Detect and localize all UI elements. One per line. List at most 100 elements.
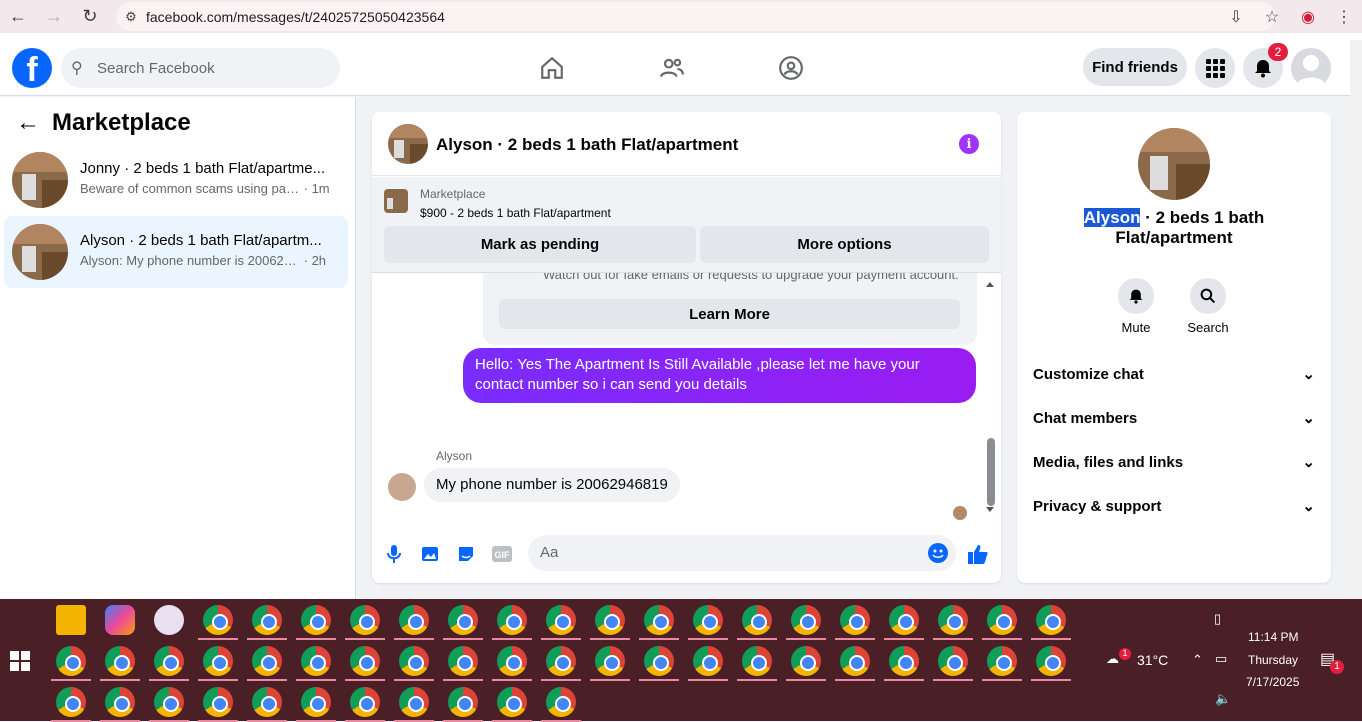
site-settings-icon[interactable]: ⚙ <box>116 9 146 25</box>
paint-app-icon[interactable] <box>154 605 184 635</box>
taskbar-app-icon[interactable] <box>56 646 86 676</box>
address-bar[interactable]: ⚙ facebook.com/messages/t/24025725050423… <box>116 2 1276 31</box>
taskbar-app-icon[interactable] <box>889 605 919 635</box>
network-icon[interactable]: ▭ <box>1215 651 1227 667</box>
more-options-button[interactable]: More options <box>700 226 989 263</box>
microphone-icon[interactable] <box>382 542 406 566</box>
chat-members-section[interactable]: Chat members ⌄ <box>1017 396 1331 440</box>
thumbs-up-icon[interactable] <box>966 542 990 566</box>
taskbar-app-icon[interactable] <box>546 646 576 676</box>
mute-button[interactable]: Mute <box>1106 278 1166 335</box>
taskbar-app-icon[interactable] <box>1036 605 1066 635</box>
thread-item-jonny[interactable]: Jonny · 2 beds 1 bath Flat/apartme... Be… <box>4 144 348 216</box>
chat-scrollbar-thumb[interactable] <box>987 438 995 506</box>
install-app-icon[interactable]: ⇩ <box>1218 7 1254 27</box>
media-files-links-section[interactable]: Media, files and links ⌄ <box>1017 440 1331 484</box>
taskbar-app-icon[interactable] <box>448 687 478 717</box>
photo-icon[interactable] <box>418 542 442 566</box>
learn-more-button[interactable]: Learn More <box>499 299 960 329</box>
taskbar-app-icon[interactable] <box>301 687 331 717</box>
taskbar-app-icon[interactable] <box>252 687 282 717</box>
taskbar-app-icon[interactable] <box>693 605 723 635</box>
sticker-icon[interactable] <box>454 542 478 566</box>
taskbar-app-icon[interactable] <box>497 687 527 717</box>
taskbar-app-icon[interactable] <box>399 605 429 635</box>
taskbar-app-icon[interactable] <box>497 605 527 635</box>
taskbar-app-icon[interactable] <box>448 605 478 635</box>
taskbar-app-icon[interactable] <box>840 646 870 676</box>
taskbar-app-icon[interactable] <box>56 687 86 717</box>
reload-icon[interactable]: ↻ <box>72 0 108 33</box>
privacy-support-section[interactable]: Privacy & support ⌄ <box>1017 484 1331 528</box>
listing-thumbnail[interactable] <box>384 189 408 213</box>
clock-date[interactable]: 7/17/2025 <box>1246 675 1299 689</box>
taskbar-app-icon[interactable] <box>399 646 429 676</box>
home-icon[interactable] <box>532 48 572 88</box>
weather-icon[interactable]: ☁ <box>1106 651 1119 667</box>
chat-thumbnail[interactable] <box>388 124 428 164</box>
sender-avatar[interactable] <box>388 473 416 501</box>
taskbar-app-icon[interactable] <box>252 605 282 635</box>
taskbar-app-icon[interactable] <box>742 605 772 635</box>
taskbar-app-icon[interactable] <box>154 646 184 676</box>
chevron-up-icon[interactable]: ⌃ <box>1192 652 1203 668</box>
taskbar-app-icon[interactable] <box>546 605 576 635</box>
taskbar-app-icon[interactable] <box>203 687 233 717</box>
taskbar-app-icon[interactable] <box>203 605 233 635</box>
page-scrollbar[interactable] <box>1350 40 1362 599</box>
taskbar-app-icon[interactable] <box>350 646 380 676</box>
forward-icon[interactable]: → <box>36 0 72 33</box>
friends-icon[interactable] <box>652 48 692 88</box>
bookmark-star-icon[interactable]: ☆ <box>1254 7 1290 27</box>
thread-item-alyson[interactable]: Alyson · 2 beds 1 bath Flat/apartm... Al… <box>4 216 348 288</box>
facebook-logo-icon[interactable]: f <box>12 48 52 88</box>
taskbar-app-icon[interactable] <box>546 687 576 717</box>
search-input[interactable]: ⚲ Search Facebook <box>61 48 340 88</box>
taskbar-app-icon[interactable] <box>938 605 968 635</box>
taskbar-app-icon[interactable] <box>644 646 674 676</box>
taskbar-app-icon[interactable] <box>301 646 331 676</box>
taskbar-app-icon[interactable] <box>987 646 1017 676</box>
file-explorer-icon[interactable] <box>56 605 86 635</box>
clock-day[interactable]: Thursday <box>1248 653 1298 667</box>
listing-description[interactable]: $900 - 2 beds 1 bath Flat/apartment <box>420 206 611 220</box>
taskbar-app-icon[interactable] <box>791 605 821 635</box>
taskbar-app-icon[interactable] <box>1036 646 1066 676</box>
taskbar-app-icon[interactable] <box>938 646 968 676</box>
taskbar-app-icon[interactable] <box>252 646 282 676</box>
volume-icon[interactable]: 🔈 <box>1215 691 1231 707</box>
mark-as-pending-button[interactable]: Mark as pending <box>384 226 696 263</box>
taskbar-app-icon[interactable] <box>987 605 1017 635</box>
customize-chat-section[interactable]: Customize chat ⌄ <box>1017 352 1331 396</box>
message-input[interactable]: Aa <box>528 535 956 571</box>
taskbar-app-icon[interactable] <box>693 646 723 676</box>
taskbar-app-icon[interactable] <box>595 646 625 676</box>
taskbar-app-icon[interactable] <box>154 687 184 717</box>
copilot-icon[interactable] <box>105 605 135 635</box>
taskbar-app-icon[interactable] <box>742 646 772 676</box>
taskbar-app-icon[interactable] <box>644 605 674 635</box>
back-arrow-icon[interactable]: ← <box>16 109 52 137</box>
taskbar-app-icon[interactable] <box>889 646 919 676</box>
emoji-icon[interactable] <box>928 543 948 563</box>
info-icon[interactable]: i <box>959 134 979 154</box>
taskbar-app-icon[interactable] <box>203 646 233 676</box>
taskbar-app-icon[interactable] <box>791 646 821 676</box>
taskbar-app-icon[interactable] <box>105 646 135 676</box>
taskbar-app-icon[interactable] <box>350 605 380 635</box>
taskbar-app-icon[interactable] <box>595 605 625 635</box>
back-icon[interactable]: ← <box>0 0 36 33</box>
search-chat-button[interactable]: Search <box>1178 278 1238 335</box>
taskbar-app-icon[interactable] <box>497 646 527 676</box>
chrome-menu-icon[interactable]: ⋮ <box>1326 7 1362 27</box>
gif-icon[interactable]: GIF <box>490 542 514 566</box>
clock-time[interactable]: 11:14 PM <box>1248 630 1298 644</box>
profile-icon[interactable]: ◉ <box>1290 7 1326 27</box>
taskbar-app-icon[interactable] <box>105 687 135 717</box>
menu-grid-icon[interactable] <box>1195 48 1235 88</box>
chat-title[interactable]: Alyson · 2 beds 1 bath Flat/apartment <box>436 135 738 155</box>
taskbar-app-icon[interactable] <box>350 687 380 717</box>
taskbar-app-icon[interactable] <box>448 646 478 676</box>
groups-icon[interactable] <box>771 48 811 88</box>
windows-start-icon[interactable] <box>10 651 30 676</box>
